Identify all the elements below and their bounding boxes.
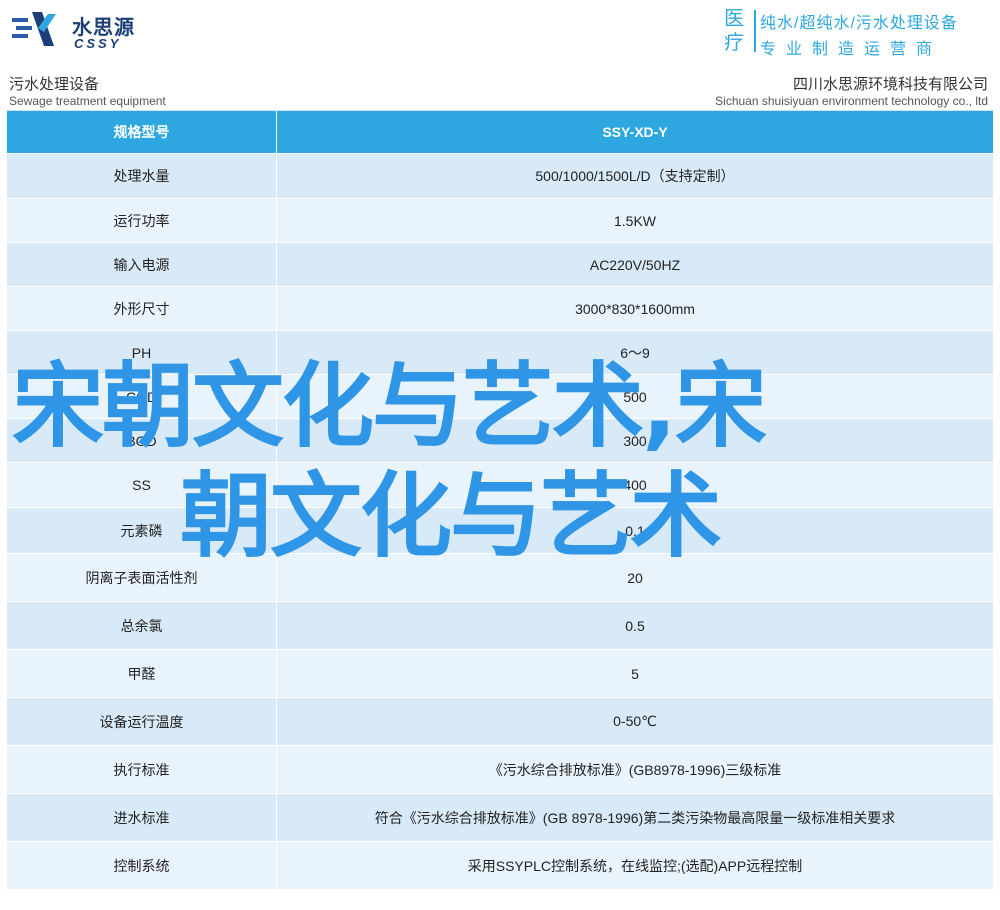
table-row: 处理水量 500/1000/1500L/D（支持定制）	[7, 154, 993, 199]
spec-label: BOD	[7, 419, 277, 462]
spec-value: SSY-XD-Y	[602, 124, 668, 140]
tagline-divider	[754, 10, 756, 52]
spec-value: 3000*830*1600mm	[575, 300, 695, 317]
spec-label: COD	[7, 375, 277, 418]
tagline-medical: 医疗	[724, 6, 744, 54]
spec-label: SS	[7, 463, 277, 507]
table-row: 设备运行温度 0-50℃	[7, 698, 993, 746]
spec-label: 总余氯	[7, 602, 277, 649]
table-row: BOD 300	[7, 419, 993, 463]
tagline-operator: 专业制造运营商	[760, 41, 943, 58]
spec-value: 5	[631, 665, 639, 682]
spec-value: 500/1000/1500L/D（支持定制）	[535, 168, 735, 184]
table-row: 输入电源 AC220V/50HZ	[7, 243, 993, 287]
table-row: 进水标准 符合《污水综合排放标准》(GB 8978-1996)第二类污染物最高限…	[7, 794, 993, 842]
spec-value: 20	[627, 569, 643, 586]
spec-label: PH	[7, 331, 277, 374]
company-logo[interactable]: 水思源 CSSY	[8, 6, 148, 52]
spec-value: 1.5KW	[613, 212, 656, 229]
header-tagline: 医疗 纯水/超纯水/污水处理设备 专业制造运营商	[724, 6, 994, 58]
spec-value: 0.5	[625, 617, 645, 634]
spec-label: 处理水量	[7, 154, 277, 198]
spec-label: 外形尺寸	[7, 287, 277, 330]
spec-value: AC220V/50HZ	[589, 256, 681, 273]
table-row: 元素磷 0.1	[7, 508, 993, 554]
product-category-en: Sewage treatment equipment	[9, 94, 166, 108]
table-row: COD 500	[7, 375, 993, 419]
spec-label: 元素磷	[7, 508, 277, 553]
tagline-products: 纯水/超纯水/污水处理设备	[760, 15, 958, 32]
spec-label: 进水标准	[7, 794, 277, 841]
spec-label: 阴离子表面活性剂	[7, 554, 277, 601]
table-row: 外形尺寸 3000*830*1600mm	[7, 287, 993, 331]
page-header: 水思源 CSSY 医疗 纯水/超纯水/污水处理设备 专业制造运营商	[0, 0, 1000, 60]
spec-value: 400	[623, 477, 647, 493]
spec-value: 500	[623, 388, 647, 405]
spec-value: 300	[623, 432, 647, 449]
table-row: 甲醛 5	[7, 650, 993, 698]
spec-label: 执行标准	[7, 746, 277, 793]
table-row: SS 400	[7, 463, 993, 508]
table-row: 总余氯 0.5	[7, 602, 993, 650]
spec-label: 运行功率	[7, 199, 277, 242]
company-name-cn: 四川水思源环境科技有限公司	[792, 76, 988, 93]
spec-value: 6～9	[620, 344, 650, 361]
spec-label: 输入电源	[7, 243, 277, 286]
spec-value: 0.1	[625, 522, 645, 539]
table-row: PH 6～9	[7, 331, 993, 375]
spec-label: 设备运行温度	[7, 698, 277, 745]
spec-value: 《污水综合排放标准》(GB8978-1996)三级标准	[488, 761, 782, 778]
table-row: 运行功率 1.5KW	[7, 199, 993, 243]
logo-name-en: CSSY	[74, 36, 122, 51]
spec-label: 控制系统	[7, 842, 277, 889]
table-row: 控制系统 采用SSYPLC控制系统，在线监控;(选配)APP远程控制	[7, 842, 993, 890]
spec-value: 符合《污水综合排放标准》(GB 8978-1996)第二类污染物最高限量一级标准…	[374, 809, 896, 826]
spec-table: 规格型号 SSY-XD-Y 处理水量 500/1000/1500L/D（支持定制…	[7, 110, 993, 890]
subheader: 污水处理设备 Sewage treatment equipment 四川水思源环…	[0, 64, 1000, 110]
table-row: 执行标准 《污水综合排放标准》(GB8978-1996)三级标准	[7, 746, 993, 794]
table-row: 阴离子表面活性剂 20	[7, 554, 993, 602]
logo-mark-icon	[12, 12, 56, 46]
table-header-row: 规格型号 SSY-XD-Y	[7, 111, 993, 154]
spec-label: 甲醛	[7, 650, 277, 697]
product-category-cn: 污水处理设备	[9, 76, 100, 93]
spec-value: 0-50℃	[613, 713, 657, 729]
spec-label: 规格型号	[7, 111, 277, 153]
spec-value: 采用SSYPLC控制系统，在线监控;(选配)APP远程控制	[467, 857, 803, 874]
company-name-en: Sichuan shuisiyuan environment technolog…	[715, 94, 988, 108]
